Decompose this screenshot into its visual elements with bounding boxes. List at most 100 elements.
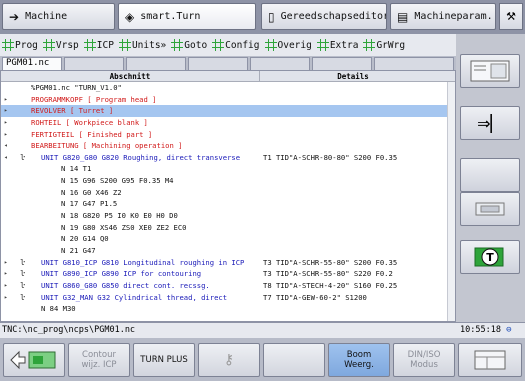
menu-overig[interactable]: Overig bbox=[264, 39, 312, 51]
row-detail-text: T1 TID"A-SCHR-80-80" S200 F0.35 bbox=[263, 152, 398, 162]
expand-icon[interactable]: ▸ bbox=[4, 94, 12, 106]
tree-row[interactable]: N 84 M30 bbox=[1, 303, 447, 315]
svg-text:T: T bbox=[486, 251, 494, 264]
grid-icon bbox=[363, 39, 376, 51]
file-tab-empty[interactable] bbox=[374, 57, 454, 70]
expand-icon[interactable]: ▸ bbox=[4, 268, 12, 280]
grid-icon bbox=[264, 39, 277, 51]
menu-vrsp[interactable]: Vrsp bbox=[42, 39, 79, 51]
grid-icon bbox=[83, 39, 96, 51]
menu-units[interactable]: Units» bbox=[118, 39, 166, 51]
row-section-text: UNIT G890_ICP G890 ICP for contouring bbox=[41, 269, 202, 279]
mode-tab-machine[interactable]: ➔ Machine bbox=[2, 3, 115, 30]
expand-icon[interactable]: ▸ bbox=[4, 117, 12, 129]
row-section-text: N 16 G0 X46 Z2 bbox=[61, 187, 122, 197]
menu-grwrg[interactable]: GrWrg bbox=[363, 39, 405, 51]
file-tab-empty[interactable] bbox=[250, 57, 310, 70]
file-tab-empty[interactable] bbox=[126, 57, 186, 70]
expand-icon[interactable]: ▸ bbox=[4, 292, 12, 304]
mode-tab-smart-turn[interactable]: ◈ smart.Turn bbox=[118, 3, 256, 30]
collapse-icon[interactable]: ◂ bbox=[4, 152, 12, 164]
column-header-details: Details bbox=[337, 72, 369, 81]
turn-plus-softkey[interactable]: TURN PLUS bbox=[133, 343, 195, 377]
file-tab-empty[interactable] bbox=[64, 57, 124, 70]
arrow-into-bracket-icon: ⇒▏ bbox=[477, 113, 503, 133]
menu-extra[interactable]: Extra bbox=[316, 39, 358, 51]
mode-tab-bar: ➔ Machine ◈ smart.Turn ▯ Gereedschapsedi… bbox=[0, 0, 525, 34]
tree-row[interactable]: N 19 G80 XS46 ZS0 XE0 ZE2 EC0 bbox=[1, 222, 447, 234]
tool-editor-icon: ▯ bbox=[268, 9, 275, 24]
tree-row[interactable]: ▸ ŀ UNIT G810_ICP G810 Longitudinal roughi… bbox=[1, 257, 447, 269]
row-section-text: BEARBEITUNG [ Machining operation ] bbox=[31, 141, 183, 151]
window-view-icon bbox=[470, 60, 510, 82]
tree-row[interactable]: %PGM01.nc "TURN_V1.0" bbox=[1, 82, 447, 94]
tree-view-softkey[interactable]: Boom Weerg. bbox=[328, 343, 390, 377]
tree-row[interactable]: ▸ ŀ UNIT G32_MAN G32 Cylindrical thread, d… bbox=[1, 292, 447, 304]
tree-row[interactable]: ▸ PROGRAMMKOPF [ Program head ] bbox=[1, 94, 447, 106]
tool-t-icon: T bbox=[474, 247, 504, 267]
row-section-text: UNIT G860_G80 G850 direct cont. recssg. bbox=[41, 280, 210, 290]
key-icon-softkey[interactable]: ⚷ bbox=[198, 343, 260, 377]
menu-prog[interactable]: Prog bbox=[2, 39, 38, 51]
view-mode-softkey[interactable] bbox=[460, 54, 520, 88]
wrench-tool-softkey[interactable] bbox=[460, 192, 520, 226]
grid-icon bbox=[316, 39, 329, 51]
mode-tab-machine-param[interactable]: ▤ Machineparam. bbox=[390, 3, 496, 30]
row-section-text: N 20 G14 Q0 bbox=[61, 234, 109, 244]
tree-row[interactable]: ◂ ŀ UNIT G820_G80 G820 Roughing, direct tr… bbox=[1, 152, 447, 164]
file-tab-empty[interactable] bbox=[188, 57, 248, 70]
tree-row[interactable]: N 21 G47 bbox=[1, 245, 447, 257]
expand-icon[interactable]: ▸ bbox=[4, 280, 12, 292]
row-section-text: UNIT G32_MAN G32 Cylindrical thread, dir… bbox=[41, 292, 228, 302]
tree-rows: %PGM01.nc "TURN_V1.0" ▸ PROGRAMMKOPF [ Pro… bbox=[1, 82, 447, 315]
grid-icon bbox=[118, 39, 131, 51]
menu-goto[interactable]: Goto bbox=[171, 39, 207, 51]
row-detail-text: T7 TID"A-GEW-60-2" S1200 bbox=[263, 292, 367, 302]
tree-row[interactable]: N 15 G96 S200 G95 F0.35 M4 bbox=[1, 175, 447, 187]
expand-icon[interactable]: ▸ bbox=[4, 129, 12, 141]
din-iso-mode-softkey[interactable]: DIN/ISO Modus bbox=[393, 343, 455, 377]
row-section-text: ROHTEIL [ Workpiece blank ] bbox=[31, 117, 148, 127]
window-switch-button[interactable]: ⚒ bbox=[499, 3, 523, 30]
vertical-scrollbar[interactable] bbox=[447, 82, 455, 321]
row-section-text: N 21 G47 bbox=[61, 245, 96, 255]
tree-row[interactable]: ▸ ŀ UNIT G890_ICP G890 ICP for contouring T… bbox=[1, 268, 447, 280]
icp-insert-softkey[interactable] bbox=[3, 343, 65, 377]
tree-row[interactable]: N 18 G820 P5 I0 K0 E0 H0 D0 bbox=[1, 210, 447, 222]
tree-row[interactable]: N 16 G0 X46 Z2 bbox=[1, 187, 447, 199]
mode-tab-label: Machine bbox=[25, 11, 68, 22]
expand-icon[interactable]: ▸ bbox=[4, 105, 12, 117]
row-section-text: UNIT G820_G80 G820 Roughing, direct tran… bbox=[41, 152, 241, 162]
mode-tab-tool-editor[interactable]: ▯ Gereedschapseditor bbox=[261, 3, 387, 30]
blank-softkey[interactable] bbox=[460, 158, 520, 192]
diamond-arrow-icon: ◈ bbox=[125, 9, 135, 24]
collapse-icon[interactable]: ◂ bbox=[4, 140, 12, 152]
tree-row[interactable]: N 20 G14 Q0 bbox=[1, 233, 447, 245]
file-tab-pgm01[interactable]: PGM01.nc bbox=[2, 57, 62, 70]
grid-icon bbox=[171, 39, 184, 51]
tree-row[interactable]: ▸ ŀ UNIT G860_G80 G850 direct cont. recssg… bbox=[1, 280, 447, 292]
menu-config[interactable]: Config bbox=[212, 39, 260, 51]
table-header: Abschnitt Details bbox=[1, 71, 455, 82]
clock-time: 10:55:18 bbox=[460, 325, 501, 335]
menu-icp[interactable]: ICP bbox=[83, 39, 114, 51]
horizontal-softkey-bar: Contour wijz. ICP TURN PLUS ⚷ Boom Weerg… bbox=[0, 338, 525, 381]
tree-row[interactable]: ▸ FERTIGTEIL [ Finished part ] bbox=[1, 129, 447, 141]
mode-tab-label: smart.Turn bbox=[140, 11, 201, 22]
screen-layout-softkey[interactable] bbox=[458, 343, 522, 377]
insert-arrow-softkey[interactable]: ⇒▏ bbox=[460, 106, 520, 140]
program-tree-panel: Abschnitt Details %PGM01.nc "TURN_V1.0" ▸… bbox=[0, 70, 456, 322]
contour-edit-icp-softkey[interactable]: Contour wijz. ICP bbox=[68, 343, 130, 377]
tool-table-softkey[interactable]: T bbox=[460, 240, 520, 274]
empty-softkey[interactable] bbox=[263, 343, 325, 377]
tree-row[interactable]: N 14 T1 bbox=[1, 163, 447, 175]
tree-row[interactable]: ◂ BEARBEITUNG [ Machining operation ] bbox=[1, 140, 447, 152]
row-section-text: N 84 M30 bbox=[41, 304, 76, 314]
file-path-bar: TNC:\nc_prog\ncps\PGM01.nc bbox=[0, 322, 456, 338]
tree-row[interactable]: ▸ REVOLVER [ Turret ] bbox=[1, 105, 447, 117]
file-tab-empty[interactable] bbox=[312, 57, 372, 70]
tree-row[interactable]: ▸ ROHTEIL [ Workpiece blank ] bbox=[1, 117, 447, 129]
row-section-text: FERTIGTEIL [ Finished part ] bbox=[31, 129, 153, 139]
expand-icon[interactable]: ▸ bbox=[4, 257, 12, 269]
tree-row[interactable]: N 17 G47 P1.5 bbox=[1, 198, 447, 210]
